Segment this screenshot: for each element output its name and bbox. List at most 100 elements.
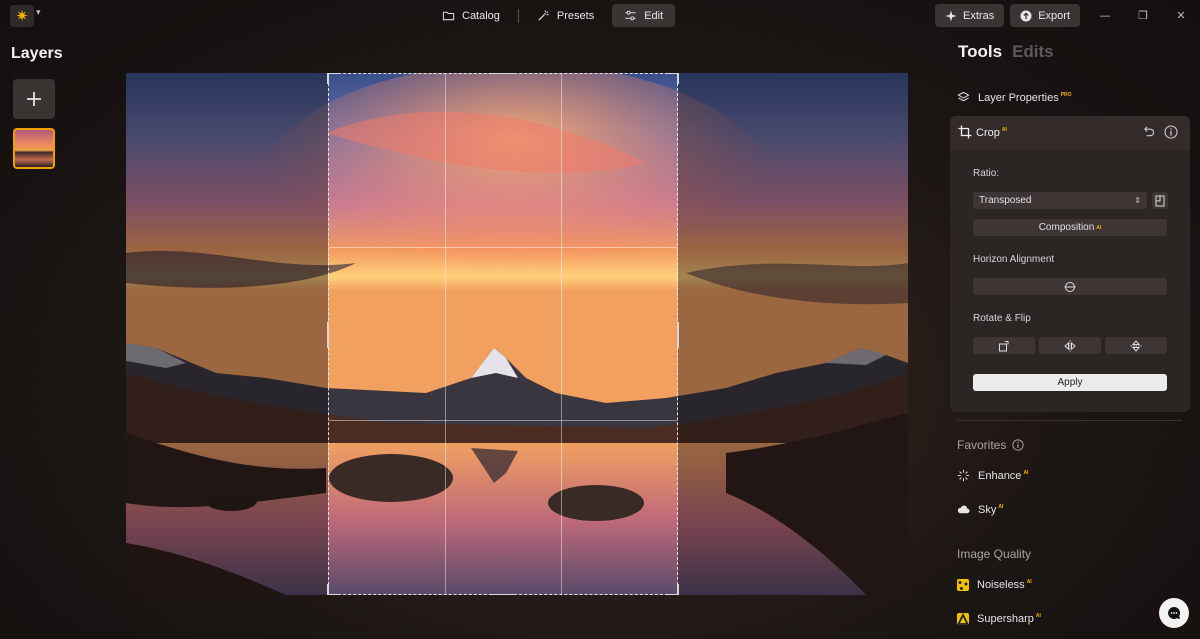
main-nav: Catalog Presets Edit (430, 4, 676, 27)
tab-edit[interactable]: Edit (612, 4, 676, 27)
sparkle-icon (945, 10, 957, 21)
horizon-alignment-button[interactable] (973, 278, 1167, 295)
window-actions: Extras Export — ❐ ✕ (935, 4, 1200, 27)
chevron-down-icon[interactable]: ▾ (36, 8, 41, 18)
ratio-label: Ratio: (973, 168, 1000, 179)
ai-badge: AI (998, 503, 1004, 510)
layers-title: Layers (11, 45, 63, 62)
rotate-flip-label: Rotate & Flip (973, 313, 1031, 324)
composition-label: Composition (1038, 222, 1095, 233)
chevron-updown-icon: ⇕ (1134, 196, 1141, 205)
crop-label: Crop (976, 127, 1000, 139)
sparkle-icon (957, 469, 970, 482)
crop-grid-line (445, 74, 446, 594)
crop-handle-top-left[interactable] (327, 73, 329, 84)
tab-tools[interactable]: Tools (958, 42, 1002, 62)
close-button[interactable]: ✕ (1162, 4, 1200, 27)
supersharp-label: Supersharp (977, 613, 1034, 625)
enhance-label: Enhance (978, 469, 1022, 482)
folder-icon (442, 11, 455, 21)
cloud-icon (957, 505, 970, 514)
image-quality-header: Image Quality (957, 547, 1031, 561)
rotate-icon (999, 340, 1009, 351)
composition-button[interactable]: Composition AI (973, 219, 1167, 236)
info-icon[interactable] (1164, 125, 1178, 139)
chat-support-button[interactable] (1159, 598, 1189, 628)
export-button[interactable]: Export (1010, 4, 1080, 27)
orientation-toggle-button[interactable] (1152, 192, 1168, 209)
sun-logo-icon: ✷ (15, 7, 29, 25)
crop-handle-bottom-left[interactable] (327, 584, 329, 595)
image-quality-label: Image Quality (957, 547, 1032, 561)
top-bar: ✷ ▾ Catalog Presets Edit Extras Export —… (0, 0, 1200, 30)
tab-presets[interactable]: Presets (525, 4, 606, 27)
apply-button[interactable]: Apply (973, 374, 1167, 391)
pro-badge: PRO (1060, 91, 1072, 98)
sliders-icon (625, 10, 636, 21)
ai-badge: AI (1001, 127, 1007, 134)
crop-handle-right[interactable] (677, 322, 679, 348)
add-layer-button[interactable] (13, 79, 55, 119)
rotate-button[interactable] (973, 337, 1035, 354)
crop-frame[interactable] (327, 73, 679, 595)
supersharp-tool-item[interactable]: Supersharp AI (957, 612, 1041, 625)
export-icon (1020, 10, 1032, 21)
tab-edit-label: Edit (644, 9, 664, 22)
tab-edits[interactable]: Edits (1012, 42, 1054, 62)
ai-badge: AI (1035, 613, 1041, 620)
crop-tool-panel: Crop AI Ratio: Transposed ⇕ Composition AI… (950, 116, 1190, 412)
crop-handle-bottom-right[interactable] (677, 584, 679, 595)
ratio-select[interactable]: Transposed ⇕ (973, 192, 1147, 209)
layer-properties-label: Layer Properties (978, 91, 1059, 104)
noiseless-icon (957, 579, 969, 591)
magic-wand-icon (538, 10, 549, 21)
ai-badge: AI (1026, 579, 1032, 586)
restore-button[interactable]: ❐ (1124, 4, 1162, 27)
favorites-header: Favorites (957, 438, 1024, 452)
export-label: Export (1038, 9, 1070, 22)
crop-tool-header[interactable]: Crop AI (950, 116, 1190, 150)
extras-label: Extras (963, 9, 995, 22)
layers-icon (957, 91, 970, 102)
crop-grid-line (329, 420, 677, 421)
minimize-button[interactable]: — (1086, 4, 1124, 27)
extras-button[interactable]: Extras (935, 4, 1005, 27)
crop-mask-left (126, 73, 328, 595)
ai-badge: AI (1023, 469, 1029, 476)
crop-handle-top[interactable] (491, 73, 517, 74)
tab-catalog[interactable]: Catalog (430, 4, 512, 27)
horizon-icon (1064, 281, 1076, 292)
panel-tabs: Tools Edits (958, 42, 1054, 62)
sky-tool-item[interactable]: Sky AI (957, 503, 1003, 516)
crop-handle-left[interactable] (327, 322, 329, 348)
nav-divider (517, 9, 519, 23)
tab-catalog-label: Catalog (462, 9, 500, 22)
app-menu-button[interactable]: ✷ (10, 5, 34, 27)
flip-horizontal-button[interactable] (1039, 337, 1101, 354)
info-icon[interactable] (1012, 439, 1024, 451)
panel-divider (957, 420, 1182, 421)
ratio-value: Transposed (979, 195, 1032, 206)
chat-icon (1168, 607, 1181, 619)
supersharp-icon (957, 612, 969, 625)
flip-vertical-icon (1130, 339, 1142, 352)
crop-grid-line (329, 247, 677, 248)
flip-horizontal-icon (1064, 340, 1076, 351)
tab-presets-label: Presets (556, 9, 595, 22)
flip-vertical-button[interactable] (1105, 337, 1167, 354)
enhance-tool-item[interactable]: Enhance AI (957, 469, 1028, 482)
horizon-alignment-label: Horizon Alignment (973, 254, 1055, 265)
ai-badge: AI (1096, 224, 1102, 231)
plus-icon (27, 92, 41, 106)
favorites-label: Favorites (957, 438, 1007, 452)
layer-properties-item[interactable]: Layer Properties PRO (957, 91, 1072, 104)
sky-label: Sky (978, 503, 997, 516)
crop-icon (958, 125, 972, 139)
layer-thumbnail[interactable] (13, 128, 55, 169)
undo-icon[interactable] (1142, 125, 1155, 138)
image-canvas[interactable] (126, 73, 908, 595)
noiseless-label: Noiseless (977, 579, 1025, 591)
noiseless-tool-item[interactable]: Noiseless AI (957, 579, 1032, 591)
crop-handle-bottom[interactable] (491, 594, 517, 595)
crop-handle-top-right[interactable] (677, 73, 679, 84)
